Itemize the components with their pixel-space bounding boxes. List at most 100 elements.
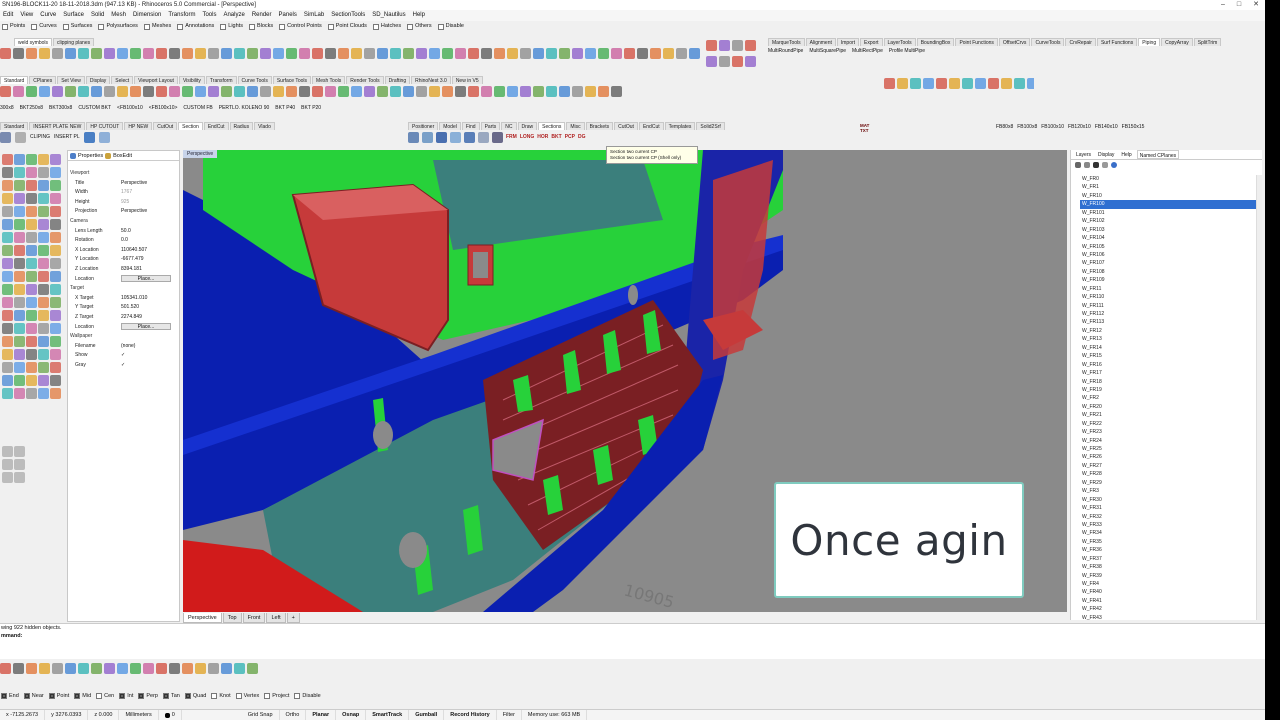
tool-icon[interactable] (2, 180, 13, 191)
tab-properties[interactable]: Properties (70, 151, 103, 160)
tool-icon[interactable] (598, 47, 609, 59)
prop-value[interactable]: 925 (118, 198, 179, 208)
tool-icon[interactable] (104, 47, 115, 59)
prop-value[interactable]: (none) (118, 342, 179, 352)
checkbox[interactable] (48, 693, 55, 699)
checkbox[interactable] (31, 23, 38, 30)
tool-icon[interactable] (208, 662, 219, 674)
tab-templates[interactable]: Templates (664, 122, 696, 130)
tool-icon[interactable] (2, 375, 13, 386)
tool-icon[interactable] (38, 232, 49, 243)
checkbox[interactable] (372, 23, 379, 30)
units[interactable]: Millimeters (119, 709, 159, 720)
filter-meshes[interactable]: Meshes (143, 21, 171, 32)
tool-icon[interactable] (897, 77, 908, 89)
checkbox[interactable] (62, 23, 69, 30)
tool-icon[interactable] (26, 47, 37, 59)
tool-icon[interactable] (221, 662, 232, 674)
prop-value[interactable]: ✓ (118, 361, 179, 371)
tool-icon[interactable] (2, 284, 13, 295)
tab-render-tools[interactable]: Render Tools (346, 76, 384, 84)
tab-layertools[interactable]: LayerTools (883, 38, 916, 46)
tab-curve-tools[interactable]: Curve Tools (237, 76, 272, 84)
tool-icon[interactable] (403, 47, 414, 59)
tool-icon[interactable] (156, 662, 167, 674)
maximize-button[interactable]: □ (1237, 0, 1241, 10)
piping-0[interactable]: MultiRoundPipe (768, 48, 803, 54)
tool-icon[interactable] (936, 77, 947, 89)
tool-icon[interactable] (14, 232, 25, 243)
viewport-tab-perspective[interactable]: Perspective (183, 613, 222, 623)
close-button[interactable]: ✕ (1253, 0, 1259, 10)
cplane-item[interactable]: W_FR32 (1080, 513, 1256, 521)
tool-icon[interactable] (38, 284, 49, 295)
tool-icon[interactable] (117, 47, 128, 59)
tab-splittrim[interactable]: SplitTrim (1193, 38, 1222, 46)
cplane-item[interactable]: W_FR38 (1080, 563, 1256, 571)
tool-icon[interactable] (286, 85, 297, 97)
tool-icon[interactable] (50, 375, 61, 386)
tool-icon[interactable] (14, 362, 25, 373)
tool-icon[interactable] (364, 85, 375, 97)
bkt-button[interactable]: CUSTOM FB (183, 104, 212, 113)
cplane-item[interactable]: W_FR13 (1080, 335, 1256, 343)
tool-icon[interactable] (546, 47, 557, 59)
tool-icon[interactable] (637, 47, 648, 59)
tool-icon[interactable] (14, 206, 25, 217)
tool-icon[interactable] (2, 459, 13, 470)
tool-icon[interactable] (962, 77, 973, 89)
checkbox[interactable] (162, 693, 169, 699)
tool-icon[interactable] (14, 297, 25, 308)
cplane-item[interactable]: W_FR14 (1080, 344, 1256, 352)
tool-icon[interactable] (2, 323, 13, 334)
tool-icon[interactable] (442, 85, 453, 97)
tab-help[interactable]: Help (1119, 150, 1133, 159)
tool-icon[interactable] (351, 47, 362, 59)
tool-icon[interactable] (546, 85, 557, 97)
tool-icon[interactable] (38, 362, 49, 373)
filter-annotations[interactable]: Annotations (177, 21, 214, 32)
cplane-item[interactable]: W_FR40 (1080, 588, 1256, 596)
tab-vlado[interactable]: Vlado (254, 122, 275, 130)
grid-icon[interactable] (0, 131, 11, 143)
tool-icon[interactable] (0, 47, 11, 59)
checkbox[interactable] (294, 693, 301, 699)
tool-icon[interactable] (26, 336, 37, 347)
cplane-item[interactable]: W_FR19 (1080, 386, 1256, 394)
cplane-item[interactable]: W_FR113 (1080, 318, 1256, 326)
osnap-vertex[interactable]: Vertex (235, 693, 259, 699)
cplane-item[interactable]: W_FR26 (1080, 453, 1256, 461)
tool-icon[interactable] (689, 47, 700, 59)
filter-hatches[interactable]: Hatches (372, 21, 401, 32)
section-label[interactable]: LONG (520, 134, 534, 140)
tool-icon[interactable] (234, 85, 245, 97)
tool-icon[interactable] (719, 55, 730, 67)
tool-icon[interactable] (533, 47, 544, 59)
tool-icon[interactable] (559, 85, 570, 97)
tool-icon[interactable] (14, 167, 25, 178)
cplane-item[interactable]: W_FR27 (1080, 462, 1256, 470)
tool-icon[interactable] (26, 388, 37, 399)
tool-icon[interactable] (2, 258, 13, 269)
tab-find[interactable]: Find (461, 122, 480, 130)
tool-icon[interactable] (221, 85, 232, 97)
tool-icon[interactable] (494, 85, 505, 97)
tool-icon[interactable] (338, 47, 349, 59)
menu-item-curve[interactable]: Curve (40, 10, 56, 21)
tool-icon[interactable] (2, 472, 13, 483)
tool-icon[interactable] (39, 85, 50, 97)
filter-points[interactable]: Points (2, 21, 25, 32)
tab-transform[interactable]: Transform (205, 76, 237, 84)
tool-icon[interactable] (468, 47, 479, 59)
tab-endcut[interactable]: EndCut (203, 122, 229, 130)
tool-icon[interactable] (2, 206, 13, 217)
tool-icon[interactable] (923, 77, 934, 89)
cplane-item[interactable]: W_FR42 (1080, 605, 1256, 613)
tool-icon[interactable] (2, 310, 13, 321)
bkt-button[interactable]: BKT250x8 (20, 104, 43, 113)
tool-icon[interactable] (91, 47, 102, 59)
cplane-item[interactable]: W_FR39 (1080, 572, 1256, 580)
tab-clipping-planes[interactable]: clipping planes (53, 38, 95, 46)
tool-icon[interactable] (273, 47, 284, 59)
bkt-button[interactable]: <FB100x10> (149, 104, 178, 113)
